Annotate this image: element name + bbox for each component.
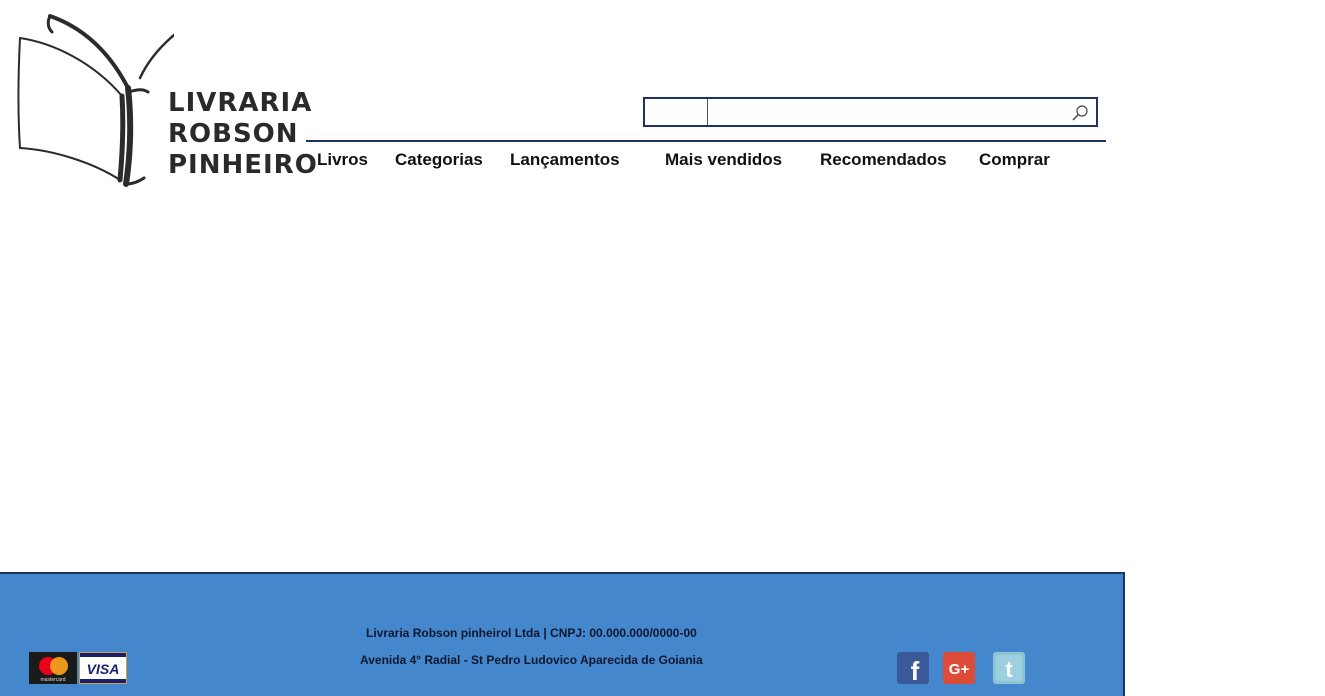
search-box	[643, 97, 1098, 127]
footer-company-info: Livraria Robson pinheirol Ltda | CNPJ: 0…	[366, 626, 697, 640]
search-divider	[707, 99, 708, 125]
logo-line-pinheiro: PINHEIRO	[168, 150, 318, 180]
open-book-icon	[17, 14, 174, 187]
search-input[interactable]	[711, 101, 1065, 125]
site-logo[interactable]: LIVRARIA ROBSON PINHEIRO	[14, 8, 317, 188]
nav-item-categorias[interactable]: Categorias	[395, 150, 483, 170]
nav-item-mais-vendidos[interactable]: Mais vendidos	[665, 150, 782, 170]
logo-line-robson: ROBSON	[168, 119, 299, 149]
nav-item-livros[interactable]: Livros	[317, 150, 368, 170]
mastercard-label: mastercard	[40, 677, 65, 683]
footer: mastercard VISA Livraria Robson pinheiro…	[0, 572, 1125, 696]
footer-address: Avenida 4° Radial - St Pedro Ludovico Ap…	[360, 653, 703, 667]
logo-line-livraria: LIVRARIA	[168, 88, 313, 118]
nav-divider	[306, 140, 1106, 142]
nav-item-recomendados[interactable]: Recomendados	[820, 150, 947, 170]
google-plus-icon[interactable]: G+	[943, 652, 975, 684]
search-icon[interactable]	[1070, 103, 1090, 123]
mastercard-icon: mastercard	[29, 652, 77, 684]
facebook-icon[interactable]: f	[897, 652, 929, 684]
twitter-icon[interactable]: t	[993, 652, 1025, 684]
visa-icon: VISA	[79, 652, 127, 684]
nav-item-comprar[interactable]: Comprar	[979, 150, 1050, 170]
logo-wordmark: LIVRARIA ROBSON PINHEIRO	[168, 88, 318, 181]
facebook-label: f	[911, 656, 920, 684]
twitter-label: t	[1005, 657, 1013, 682]
google-plus-label: G+	[949, 661, 970, 678]
visa-label: VISA	[87, 661, 120, 677]
nav-item-lancamentos[interactable]: Lançamentos	[510, 150, 620, 170]
